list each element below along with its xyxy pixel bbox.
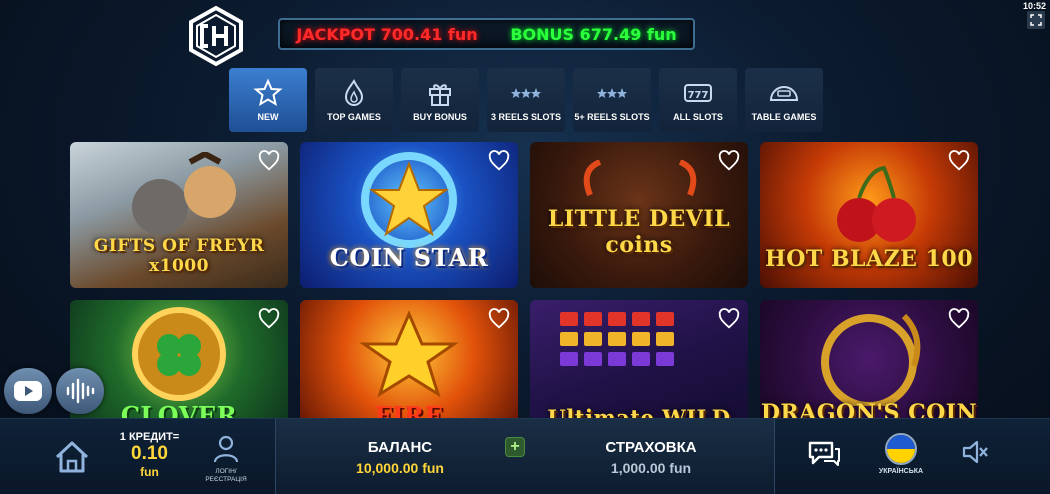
tab-label: TABLE GAMES	[751, 112, 817, 122]
game-artwork	[821, 313, 921, 406]
sound-muted-icon[interactable]	[960, 437, 990, 467]
balance-block: БАЛАНС 10,000.00 fun	[340, 439, 460, 476]
slot-777-icon: 777	[684, 84, 712, 102]
game-title: GIFTS OF FREYR x1000	[93, 236, 265, 276]
game-tile-gifts-of-freyr[interactable]: GIFTS OF FREYR x1000	[70, 142, 288, 288]
tab-label: NEW	[257, 112, 279, 122]
game-grid: GIFTS OF FREYR x1000 COIN STAR LITTLE DE…	[70, 142, 980, 446]
bonus-counter: BONUS 677.49 fun	[510, 24, 677, 44]
tab-buy-bonus[interactable]: BUY BONUS	[401, 68, 479, 132]
heart-icon[interactable]	[948, 150, 970, 172]
tab-table-games[interactable]: TABLE GAMES	[745, 68, 823, 132]
add-funds-button[interactable]: +	[505, 437, 525, 457]
media-buttons	[4, 368, 104, 414]
heart-icon[interactable]	[488, 308, 510, 330]
gift-icon	[429, 84, 451, 106]
tab-label: TOP GAMES	[327, 112, 381, 122]
chat-icon[interactable]	[806, 437, 842, 473]
tab-new[interactable]: NEW	[229, 68, 307, 132]
table-game-icon	[769, 86, 799, 101]
language-label: УКРАЇНСЬКА	[878, 468, 924, 475]
youtube-button[interactable]	[4, 368, 52, 414]
fullscreen-button[interactable]	[1027, 11, 1045, 29]
login-register-label: ЛОГІН/ РЕЄСТРАЦІЯ	[205, 468, 247, 483]
tab-all-slots[interactable]: 777 ALL SLOTS	[659, 68, 737, 132]
game-title: HOT BLAZE 100	[764, 246, 974, 272]
game-tile-hot-blaze[interactable]: HOT BLAZE 100	[760, 142, 978, 288]
clock: 10:52	[1022, 1, 1046, 11]
star-icon	[253, 78, 283, 107]
game-artwork	[560, 312, 674, 366]
ukraine-flag-icon	[885, 433, 917, 465]
insurance-label: СТРАХОВКА	[605, 439, 697, 456]
balance-label: БАЛАНС	[367, 439, 433, 456]
heart-icon[interactable]	[718, 150, 740, 172]
audio-wave-button[interactable]	[56, 368, 104, 414]
game-artwork	[837, 165, 916, 242]
game-tile-coin-star[interactable]: COIN STAR	[300, 142, 518, 288]
category-tabs: NEW TOP GAMES BUY BONUS 3 REELS SLOTS 5+…	[229, 68, 823, 132]
heart-icon[interactable]	[488, 150, 510, 172]
tab-5-reels-slots[interactable]: 5+ REELS SLOTS	[573, 68, 651, 132]
jackpot-bonus-bar: JACKPOT 700.41 fun BONUS 677.49 fun	[278, 18, 695, 50]
credit-label: 1 КРЕДИТ=	[119, 431, 180, 443]
credit-value: 0.10	[131, 443, 168, 464]
login-register-button[interactable]: ЛОГІН/ РЕЄСТРАЦІЯ	[202, 433, 250, 484]
flame-icon	[344, 78, 364, 106]
heart-icon[interactable]	[258, 150, 280, 172]
three-stars-icon	[511, 88, 541, 98]
balance-panel: БАЛАНС 10,000.00 fun + СТРАХОВКА 1,000.0…	[275, 419, 775, 494]
game-artwork	[361, 152, 457, 248]
game-tile-little-devil-coins[interactable]: LITTLE DEVIL coins	[530, 142, 748, 288]
insurance-value: 1,000.00 fun	[610, 460, 692, 476]
youtube-icon	[14, 381, 42, 401]
bottom-bar: 1 КРЕДИТ= 0.10 fun ЛОГІН/ РЕЄСТРАЦІЯ БАЛ…	[0, 418, 1050, 494]
game-artwork	[359, 310, 459, 398]
insurance-block: СТРАХОВКА 1,000.00 fun	[586, 439, 716, 476]
casino-logo[interactable]	[186, 5, 246, 67]
heart-icon[interactable]	[258, 308, 280, 330]
jackpot-counter: JACKPOT 700.41 fun	[296, 24, 478, 44]
three-stars-icon	[597, 88, 627, 98]
game-artwork	[132, 307, 226, 401]
svg-text:777: 777	[688, 90, 709, 101]
fullscreen-icon	[1030, 14, 1042, 26]
tab-label: BUY BONUS	[413, 112, 467, 122]
tab-label: 3 REELS SLOTS	[490, 112, 561, 122]
game-artwork	[583, 160, 697, 197]
credit-unit: fun	[140, 465, 159, 479]
language-selector[interactable]: УКРАЇНСЬКА	[876, 433, 926, 475]
tab-top-games[interactable]: TOP GAMES	[315, 68, 393, 132]
game-title: COIN STAR	[329, 243, 489, 272]
game-title: LITTLE DEVIL coins	[547, 206, 731, 258]
tab-label: 5+ REELS SLOTS	[574, 112, 650, 122]
user-icon	[213, 435, 239, 463]
heart-icon[interactable]	[948, 308, 970, 330]
tab-label: ALL SLOTS	[673, 112, 723, 122]
balance-value: 10,000.00 fun	[356, 460, 444, 476]
tab-3-reels-slots[interactable]: 3 REELS SLOTS	[487, 68, 565, 132]
sound-wave-icon	[66, 378, 95, 404]
credit-value-display: 1 КРЕДИТ= 0.10 fun	[112, 431, 187, 479]
heart-icon[interactable]	[718, 308, 740, 330]
home-icon[interactable]	[52, 437, 92, 477]
